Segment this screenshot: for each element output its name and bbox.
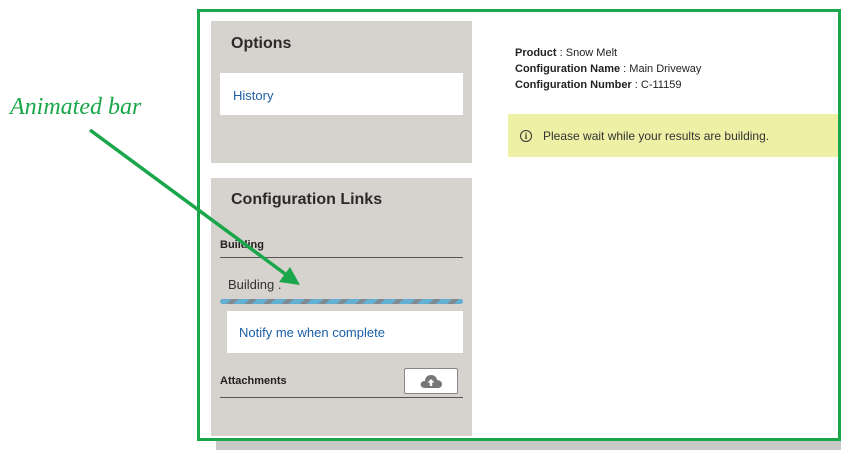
annotation-arrow-icon (88, 128, 300, 285)
